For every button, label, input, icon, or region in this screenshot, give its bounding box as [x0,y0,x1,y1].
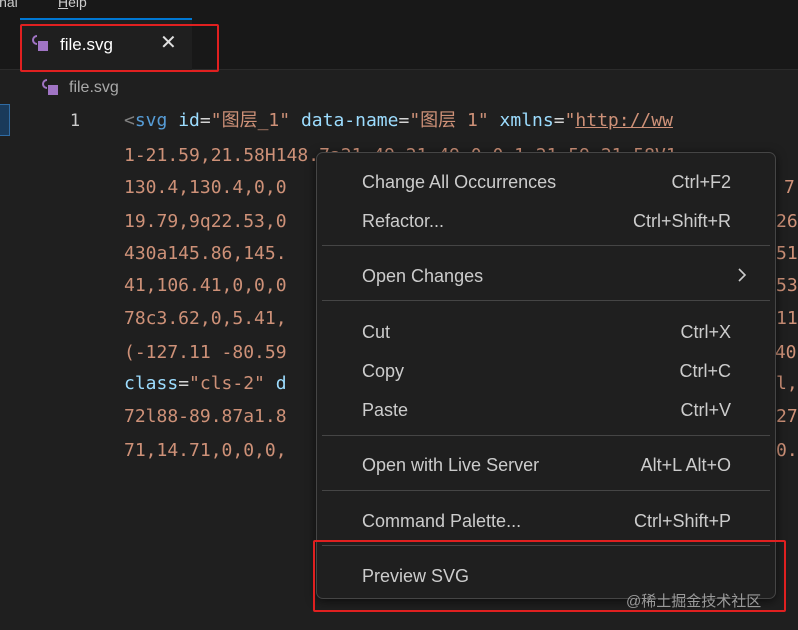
code-token: d [275,373,287,394]
svg-file-icon [42,79,58,95]
menu-item-refactor[interactable]: Refactor... Ctrl+Shift+R [321,203,771,237]
code-line-tail: 7- [784,177,798,198]
code-token: " [564,110,576,131]
menu-item-open-changes[interactable]: Open Changes [321,258,771,292]
code-token: = [178,373,190,394]
code-line: (-127.11 -80.59 [124,342,287,363]
code-token: "cls-2" [189,373,265,394]
menu-separator [322,245,770,246]
menu-item-label: Open Changes [362,266,484,286]
code-line-tail: 27 [776,406,798,427]
menu-help-accel: H [58,0,69,10]
active-line-marker [0,104,10,136]
menu-item-label: Command Palette... [362,511,522,531]
code-line: class="cls-2" d [124,371,287,397]
menu-item-label: Copy [362,361,405,381]
menu-item-copy[interactable]: Copy Ctrl+C [321,353,771,387]
code-token: data-name [300,110,399,131]
watermark: @稀土掘金技术社区 [626,593,762,610]
menu-terminal[interactable]: inal [0,0,18,10]
code-token: id [178,110,200,131]
code-line: <svg id="图层_1" data-name="图层 1" xmlns="h… [124,108,673,134]
menu-help-rest: elp [68,0,87,10]
code-line: 19.79,9q22.53,0 [124,211,287,232]
code-token: = [199,110,211,131]
code-line: 130.4,130.4,0,0 [124,177,287,198]
menu-item-label: Refactor... [362,211,445,231]
menu-item-label: Paste [362,400,409,420]
code-line-tail: 0. [776,440,798,461]
context-menu: Change All Occurrences Ctrl+F2 Refactor.… [316,152,776,599]
highlight-box-tab [20,24,219,72]
code-line-tail: 11 [776,308,798,329]
menu-item-shortcut: Ctrl+Shift+R [632,211,731,231]
code-line: 41,106.41,0,0,0 [124,275,287,296]
code-token: http://ww [575,110,673,131]
menu-item-label: Open with Live Server [362,455,540,475]
breadcrumb-item-file[interactable]: file.svg [69,79,119,97]
code-line-tail: 51 [776,243,798,264]
menu-item-shortcut: Ctrl+C [679,361,731,381]
code-token: "图层 1" [409,110,489,131]
line-number: 1 [69,111,81,131]
code-token: svg [134,110,168,131]
code-line-tail: 53 [776,275,798,296]
menu-item-shortcut: Ctrl+F2 [671,172,731,192]
menu-item-cut[interactable]: Cut Ctrl+X [321,314,771,348]
menu-help[interactable]: Help [58,0,87,10]
menu-item-change-all-occurrences[interactable]: Change All Occurrences Ctrl+F2 [321,164,771,198]
menu-separator [322,300,770,301]
menu-item-shortcut: Ctrl+X [680,322,731,342]
menu-separator [322,435,770,436]
code-line: 78c3.62,0,5.41, [124,308,287,329]
code-token: xmlns [499,110,554,131]
code-token: "图层_1" [210,110,291,131]
code-line-tail: l, [776,373,798,394]
code-line: 71,14.71,0,0,0, [124,440,287,461]
code-line: 430a145.86,145. [124,243,287,264]
menu-item-shortcut: Ctrl+Shift+P [633,511,731,531]
menu-item-label: Change All Occurrences [362,172,557,192]
code-line: 72l88-89.87a1.8 [124,406,287,427]
chevron-right-icon [738,268,747,282]
menu-item-paste[interactable]: Paste Ctrl+V [321,392,771,426]
menu-separator [322,490,770,491]
code-token: < [124,110,135,131]
menu-item-label: Cut [362,322,391,342]
code-line-tail: 26 [776,211,798,232]
code-token: class [124,373,179,394]
menu-item-open-with-live-server[interactable]: Open with Live Server Alt+L Alt+O [321,447,771,481]
code-token: = [398,110,410,131]
code-token: = [553,110,565,131]
menu-item-shortcut: Ctrl+V [680,400,731,420]
menu-item-command-palette[interactable]: Command Palette... Ctrl+Shift+P [321,503,771,537]
menu-item-shortcut: Alt+L Alt+O [640,455,731,475]
